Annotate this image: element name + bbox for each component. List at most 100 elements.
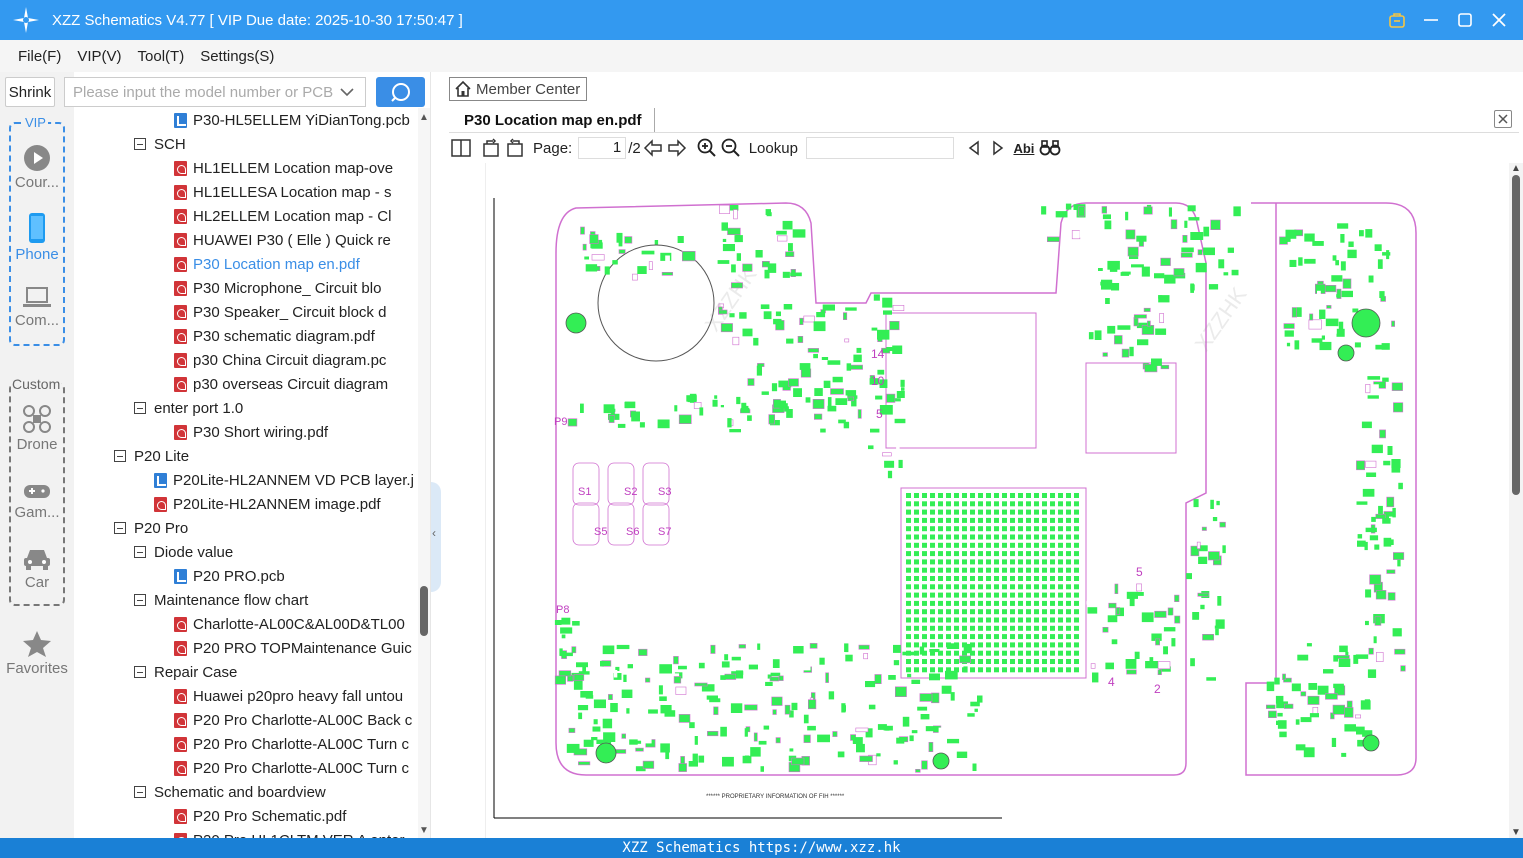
tree-file[interactable]: P20 Pro Charlotte-AL00C Back c xyxy=(174,708,412,732)
tree-file[interactable]: P20Lite-HL2ANNEM image.pdf xyxy=(154,492,381,516)
tree-file[interactable]: P20 PRO.pcb xyxy=(174,564,285,588)
tree-file[interactable]: HUAWEI P30 ( Elle ) Quick re xyxy=(174,228,391,252)
menu-tool[interactable]: Tool(T) xyxy=(138,48,185,65)
find-prev-icon[interactable] xyxy=(962,136,986,160)
document-page-area[interactable]: ****** PROPRIETARY INFORMATION OF FIH **… xyxy=(485,163,1507,838)
sidebar-item-phone[interactable]: Phone xyxy=(0,212,74,263)
tree-folder[interactable]: Schematic and boardview xyxy=(134,780,326,804)
tree-file[interactable]: P30 Microphone_ Circuit blo xyxy=(174,276,381,300)
collapse-toggle-icon[interactable] xyxy=(134,786,146,798)
tree-file[interactable]: P20 PRO TOPMaintenance Guic xyxy=(174,636,412,660)
rotate-right-icon[interactable] xyxy=(503,136,527,160)
sidebar-item-computer[interactable]: Com... xyxy=(0,286,74,329)
minimize-button[interactable] xyxy=(1419,6,1443,34)
tree-file[interactable]: P20 Pro HL1CLTM VER A enter xyxy=(174,828,405,838)
tree-file[interactable]: Charlotte-AL00C&AL00D&TL00 xyxy=(174,612,405,636)
tree-folder[interactable]: Diode value xyxy=(134,540,233,564)
prev-page-icon[interactable] xyxy=(641,136,665,160)
tree-folder[interactable]: Maintenance flow chart xyxy=(134,588,308,612)
zoom-out-icon[interactable] xyxy=(719,136,743,160)
tree-file[interactable]: HL1ELLESA Location map - s xyxy=(174,180,391,204)
page-number-input[interactable]: 1 xyxy=(578,137,627,159)
tree-file[interactable]: HL2ELLEM Location map - Cl xyxy=(174,204,391,228)
tree-file[interactable]: P20 Pro Charlotte-AL00C Turn c xyxy=(174,732,409,756)
collapse-toggle-icon[interactable] xyxy=(134,138,146,150)
menu-settings[interactable]: Settings(S) xyxy=(200,48,274,65)
zoom-in-icon[interactable] xyxy=(695,136,719,160)
pdf-file-icon xyxy=(174,208,187,224)
tab-document[interactable]: P30 Location map en.pdf xyxy=(449,108,655,132)
sidebar-item-car[interactable]: Car xyxy=(0,546,74,591)
shrink-button[interactable]: Shrink xyxy=(5,77,55,107)
tree-file[interactable]: p30 overseas Circuit diagram xyxy=(174,372,388,396)
star-icon xyxy=(23,631,51,657)
lookup-input[interactable] xyxy=(805,137,954,159)
close-tab-icon[interactable] xyxy=(1494,110,1512,128)
close-button[interactable] xyxy=(1487,6,1511,34)
tree-file[interactable]: P20Lite-HL2ANNEM VD PCB layer.j xyxy=(154,468,414,492)
collapse-panel-handle[interactable] xyxy=(431,482,441,592)
member-center-button[interactable]: Member Center xyxy=(449,77,587,101)
document-scrollbar[interactable]: ▲ ▼ xyxy=(1509,163,1523,838)
tree-file[interactable]: P30 Location map en.pdf xyxy=(174,252,360,276)
tree-file[interactable]: p30 China Circuit diagram.pc xyxy=(174,348,386,372)
tree-file[interactable]: Huawei p20pro heavy fall untou xyxy=(174,684,403,708)
maximize-button[interactable] xyxy=(1453,6,1477,34)
tree-folder[interactable]: P20 Pro xyxy=(114,516,188,540)
scroll-down-icon[interactable]: ▼ xyxy=(1511,827,1521,838)
sidebar-item-game[interactable]: Gam... xyxy=(0,480,74,521)
tree-item-label: P20 Pro Charlotte-AL00C Turn c xyxy=(193,735,409,753)
pdf-file-icon xyxy=(174,760,187,776)
two-page-view-icon[interactable] xyxy=(449,136,473,160)
sidebar-item-drone[interactable]: Drone xyxy=(0,404,74,453)
find-all-icon[interactable] xyxy=(1038,136,1062,160)
tree-scroll-thumb[interactable] xyxy=(420,586,428,636)
tree-folder[interactable]: SCH xyxy=(134,132,186,156)
collapse-toggle-icon[interactable] xyxy=(134,666,146,678)
watermark-text: XZZHK xyxy=(1190,282,1252,356)
tree-item-label: P20Lite-HL2ANNEM VD PCB layer.j xyxy=(173,471,414,489)
tree-folder[interactable]: Repair Case xyxy=(134,660,237,684)
pdf-file-icon xyxy=(154,496,167,512)
tree-folder[interactable]: enter port 1.0 xyxy=(134,396,243,420)
collapse-toggle-icon[interactable] xyxy=(114,450,126,462)
home-icon xyxy=(455,80,471,97)
scroll-up-icon[interactable]: ▲ xyxy=(1511,163,1521,174)
chevron-down-icon[interactable] xyxy=(339,82,355,102)
search-input[interactable]: Please input the model number or PCB xyxy=(64,77,366,107)
tree-file[interactable]: P30 Short wiring.pdf xyxy=(174,420,328,444)
document-scroll-thumb[interactable] xyxy=(1512,175,1520,495)
connector-label-s1: S1 xyxy=(578,486,591,498)
next-page-icon[interactable] xyxy=(665,136,689,160)
collapse-toggle-icon[interactable] xyxy=(134,402,146,414)
sidebar-item-course[interactable]: Cour... xyxy=(0,144,74,191)
scroll-up-icon[interactable]: ▲ xyxy=(419,112,429,123)
tree-folder[interactable]: P20 Lite xyxy=(114,444,189,468)
tree-scrollbar[interactable]: ▲ ▼ xyxy=(418,108,430,838)
pdf-file-icon xyxy=(174,616,187,632)
menu-vip[interactable]: VIP(V) xyxy=(77,48,121,65)
car-icon xyxy=(24,550,50,570)
menu-bar: File(F) VIP(V) Tool(T) Settings(S) xyxy=(0,40,1523,72)
rotate-left-icon[interactable] xyxy=(479,136,503,160)
menu-file[interactable]: File(F) xyxy=(18,48,61,65)
tree-file[interactable]: HL1ELLEM Location map-ove xyxy=(174,156,393,180)
vip-bag-icon[interactable] xyxy=(1385,6,1409,34)
connector-label-s3: S3 xyxy=(658,486,671,498)
match-case-icon[interactable]: Abi xyxy=(1010,136,1038,160)
tree-file[interactable]: P30-HL5ELLEM YiDianTong.pcb xyxy=(174,108,410,132)
scroll-down-icon[interactable]: ▼ xyxy=(419,825,429,836)
collapse-toggle-icon[interactable] xyxy=(134,594,146,606)
tree-file[interactable]: P20 Pro Charlotte-AL00C Turn c xyxy=(174,756,409,780)
panel-splitter[interactable] xyxy=(430,72,442,838)
tree-file[interactable]: P30 schematic diagram.pdf xyxy=(174,324,375,348)
search-button[interactable] xyxy=(376,77,425,107)
tree-file[interactable]: P30 Speaker_ Circuit block d xyxy=(174,300,386,324)
collapse-toggle-icon[interactable] xyxy=(134,546,146,558)
tree-file[interactable]: P20 Pro Schematic.pdf xyxy=(174,804,346,828)
collapse-toggle-icon[interactable] xyxy=(114,522,126,534)
pcb-location-map[interactable]: ****** PROPRIETARY INFORMATION OF FIH **… xyxy=(486,163,1508,838)
sidebar-item-favorites[interactable]: Favorites xyxy=(0,630,74,677)
find-next-icon[interactable] xyxy=(986,136,1010,160)
pcb-footer-text: ****** PROPRIETARY INFORMATION OF FIH **… xyxy=(706,794,845,800)
